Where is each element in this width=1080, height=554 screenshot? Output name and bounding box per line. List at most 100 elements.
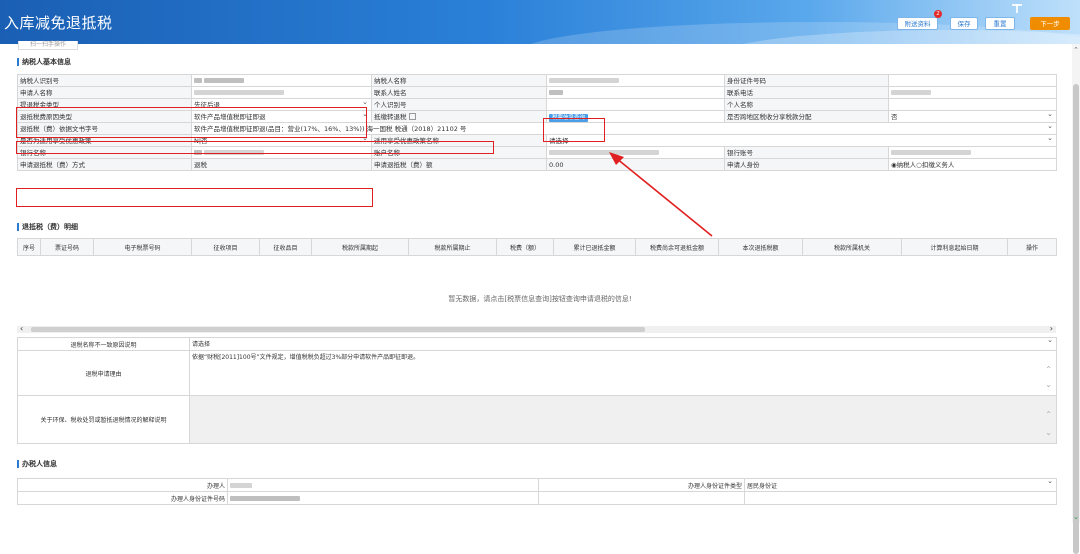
scroll-right-icon[interactable]: › bbox=[1050, 324, 1053, 333]
attach-count-badge: 2 bbox=[934, 10, 942, 18]
detail-column-header: 税款所属期起 bbox=[311, 238, 409, 256]
agent-id-type-select[interactable]: 居民身份证 bbox=[744, 478, 1057, 492]
section-title-detail: 退抵税（费）明细 bbox=[17, 223, 78, 231]
remarks-table: 退税名称不一致原因说明 请选择 退税申请理由 依据“财税[2011]100号”文… bbox=[17, 337, 1057, 444]
offset-checkbox[interactable] bbox=[408, 113, 416, 120]
label-account: 账户名称 bbox=[371, 146, 547, 159]
label-account-no: 银行账号 bbox=[724, 146, 889, 159]
bank-field[interactable] bbox=[191, 146, 372, 159]
highlight-method-box bbox=[16, 188, 373, 207]
preferential-select[interactable]: N|否 bbox=[191, 134, 372, 147]
vertical-scroll-thumb[interactable] bbox=[1073, 84, 1079, 554]
label-preferential: 是否为适用享受优惠政策 bbox=[17, 134, 192, 147]
doc-no-select[interactable]: 软件产品增值税即征即退(品目：营业(17%、16%、13%)) 海一国税 税通（… bbox=[191, 122, 1057, 135]
detail-column-header: 税费尚余可退抵金额 bbox=[635, 238, 719, 256]
env-explanation-textarea[interactable]: ⌃ ⌄ bbox=[189, 395, 1057, 444]
radio-withholding-label: 扣缴义务人 bbox=[921, 160, 955, 169]
name-mismatch-select[interactable]: 请选择 bbox=[189, 337, 1057, 351]
page-title: 入库减免退抵税 bbox=[4, 14, 113, 32]
label-amount: 申请退抵税（费）额 bbox=[371, 158, 547, 171]
label-refund-reason: 退抵税费原因类型 bbox=[17, 110, 192, 123]
empty-data-message: 暂无数据，请点击[税票信息查询]按钮查询申请退税的信息! bbox=[448, 295, 632, 303]
section-title-basic-info: 纳税人基本信息 bbox=[17, 58, 71, 66]
label-name-mismatch: 退税名称不一致原因说明 bbox=[17, 337, 190, 351]
detail-column-header: 电子税票号码 bbox=[93, 238, 192, 256]
agent-field[interactable] bbox=[227, 478, 539, 492]
label-policy-name: 适用享受优惠政策名称 bbox=[371, 134, 547, 147]
label-agent-id-no: 办理人身份证件号码 bbox=[17, 491, 228, 505]
agent-empty-cell bbox=[744, 491, 1057, 505]
label-taxpayer-name: 纳税人名称 bbox=[371, 74, 547, 87]
horizontal-scroll-thumb[interactable] bbox=[31, 327, 645, 332]
tax-ticket-query-button[interactable]: 税票信息查询 bbox=[549, 113, 589, 122]
taxpayer-name-field[interactable] bbox=[546, 74, 725, 87]
detail-column-header: 序号 bbox=[17, 238, 41, 256]
section-title-agent: 办税人信息 bbox=[17, 460, 57, 468]
detail-column-header: 操作 bbox=[1007, 238, 1057, 256]
detail-column-header: 税款所属期止 bbox=[408, 238, 497, 256]
label-id-number: 身份证件号码 bbox=[724, 74, 889, 87]
offset-transfer-cell: 抵缴转退税 bbox=[371, 110, 547, 123]
detail-column-header: 本次退抵税额 bbox=[718, 238, 803, 256]
label-bank: 银行名称 bbox=[17, 146, 192, 159]
reason-text: 依据“财税[2011]100号”文件规定，增值税税负超过3%部分申请软件产品即征… bbox=[192, 354, 420, 361]
radio-taxpayer-label: 纳税人 bbox=[896, 160, 917, 169]
label-applicant: 申请人名称 bbox=[17, 86, 192, 99]
detail-column-header: 计算利息起始日期 bbox=[901, 238, 1008, 256]
contact-field[interactable] bbox=[546, 86, 725, 99]
label-refund-type: 提退税金类型 bbox=[17, 98, 192, 111]
basic-info-table: 纳税人识别号 纳税人名称 身份证件号码 申请人名称 联系人姓名 联系电话 提退税… bbox=[17, 74, 1057, 171]
scan-operation-button[interactable]: 扫一扫手操作 bbox=[18, 41, 78, 50]
taxpayer-id-field[interactable] bbox=[191, 74, 372, 87]
contact-phone-field[interactable] bbox=[888, 86, 1057, 99]
detail-column-header: 税款所属机关 bbox=[802, 238, 902, 256]
attach-materials-button[interactable]: 附送资料 bbox=[897, 17, 938, 30]
textarea-scroll-up-icon[interactable]: ⌃ bbox=[1045, 410, 1052, 419]
account-no-field[interactable] bbox=[888, 146, 1057, 159]
id-number-field[interactable] bbox=[888, 74, 1057, 87]
label-offset: 抵缴转退税 bbox=[374, 112, 407, 121]
vertical-scrollbar[interactable]: ⌃ ⌄ bbox=[1072, 44, 1080, 554]
horizontal-scrollbar[interactable]: ‹ › bbox=[17, 324, 1056, 333]
textarea-scroll-down-icon[interactable]: ⌄ bbox=[1045, 428, 1052, 437]
personal-name-field[interactable] bbox=[888, 98, 1057, 111]
method-field: 退税 bbox=[191, 158, 372, 171]
scroll-down-icon[interactable]: ⌄ bbox=[1073, 513, 1079, 521]
cross-region-select[interactable]: 否 bbox=[888, 110, 1057, 123]
scroll-left-icon[interactable]: ‹ bbox=[20, 324, 23, 333]
app-header: 入库减免退抵税 附送资料 2 保存 重置 下一步 bbox=[0, 0, 1080, 44]
label-contact: 联系人姓名 bbox=[371, 86, 547, 99]
agent-table: 办理人 办理人身份证件类型 居民身份证 办理人身份证件号码 bbox=[17, 478, 1057, 505]
applicant-identity-radios: ◉纳税人○扣缴义务人 bbox=[888, 158, 1057, 171]
label-personal-id: 个人识别号 bbox=[371, 98, 547, 111]
amount-field: 0.00 bbox=[546, 158, 725, 171]
refund-type-select[interactable]: 先征后退 bbox=[191, 98, 372, 111]
label-method: 申请退抵税（费）方式 bbox=[17, 158, 192, 171]
textarea-scroll-down-icon[interactable]: ⌄ bbox=[1045, 380, 1052, 389]
label-contact-phone: 联系电话 bbox=[724, 86, 889, 99]
scroll-up-icon[interactable]: ⌃ bbox=[1073, 46, 1079, 54]
reset-button[interactable]: 重置 bbox=[985, 17, 1015, 30]
save-button[interactable]: 保存 bbox=[950, 17, 978, 30]
label-applicant-identity: 申请人身份 bbox=[724, 158, 889, 171]
detail-column-header: 累计已退抵金额 bbox=[553, 238, 636, 256]
agent-id-no-field[interactable] bbox=[227, 491, 539, 505]
label-reason: 退税申请理由 bbox=[17, 350, 190, 396]
detail-column-header: 税费（额） bbox=[496, 238, 554, 256]
label-cross-region: 是否跨地区税收分享税款分配 bbox=[724, 110, 889, 123]
policy-name-select[interactable]: 请选择 bbox=[546, 134, 1057, 147]
reason-textarea[interactable]: 依据“财税[2011]100号”文件规定，增值税税负超过3%部分申请软件产品即征… bbox=[189, 350, 1057, 396]
next-step-button[interactable]: 下一步 bbox=[1030, 17, 1070, 30]
agent-empty-cell bbox=[538, 491, 745, 505]
refund-reason-select[interactable]: 软件产品增值税即征即退 bbox=[191, 110, 372, 123]
detail-column-header: 征收项目 bbox=[191, 238, 260, 256]
applicant-field[interactable] bbox=[191, 86, 372, 99]
textarea-scroll-up-icon[interactable]: ⌃ bbox=[1045, 365, 1052, 374]
detail-table-header: 序号 票证号码 电子税票号码 征收项目 征收品目 税款所属期起 税款所属期止 税费（额） 累计已… bbox=[17, 238, 1057, 256]
label-env-explanation: 关于环保、税收处罚或暂抵退税情况的解释说明 bbox=[17, 395, 190, 444]
label-doc-no: 退抵税（费）依据文书字号 bbox=[17, 122, 192, 135]
header-tax-logo-icon bbox=[1012, 4, 1022, 13]
account-field[interactable] bbox=[546, 146, 725, 159]
label-taxpayer-id: 纳税人识别号 bbox=[17, 74, 192, 87]
personal-id-field[interactable] bbox=[546, 98, 725, 111]
